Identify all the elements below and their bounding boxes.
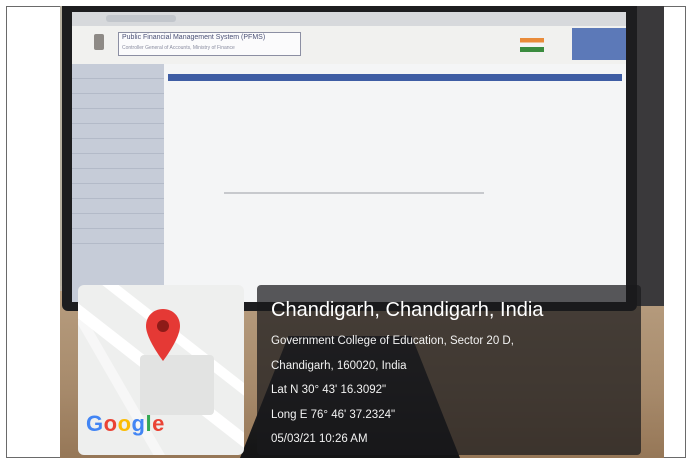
site-title: Public Financial Management System (PFMS… [118,32,301,56]
geotag-place: Chandigarh, Chandigarh, India [271,299,544,321]
content-title-bar [168,74,622,81]
sidebar-item [72,79,164,94]
sidebar-item [72,154,164,169]
geotag-longitude: Long E 76° 46' 37.2324" [271,409,396,421]
sidebar-item [72,214,164,229]
browser-bar [72,12,626,26]
map-block [140,355,214,415]
sidebar-item [72,229,164,244]
emblem-icon [94,34,104,50]
flag-icon [520,38,544,52]
address-bar [106,15,176,22]
site-subtitle-text: Controller General of Accounts, Ministry… [122,45,235,51]
sidebar-item [72,199,164,214]
site-header-info [390,36,485,46]
sidebar-item [72,64,164,79]
content-footer-line [224,192,484,194]
site-header: Public Financial Management System (PFMS… [72,26,626,65]
site-title-text: Public Financial Management System (PFMS… [122,34,266,41]
geotag-latitude: Lat N 30° 43' 16.3092" [271,384,387,396]
map-thumbnail: Google [78,285,244,455]
header-user-panel [572,28,626,60]
sidebar-item [72,169,164,184]
photo: Public Financial Management System (PFMS… [60,6,664,458]
geotag-address-line1: Government College of Education, Sector … [271,335,514,347]
sidebar-item [72,124,164,139]
geotag-address-line2: Chandigarh, 160020, India [271,360,407,372]
site-content [164,64,626,302]
sidebar-item [72,139,164,154]
site-sidebar [72,64,164,302]
sidebar-item [72,184,164,199]
monitor-bezel [637,6,664,306]
geotag-overlay: Chandigarh, Chandigarh, India Government… [257,285,641,455]
sidebar-item [72,94,164,109]
location-pin-icon [146,309,180,361]
geotag-datetime: 05/03/21 10:26 AM [271,433,368,445]
monitor-screen: Public Financial Management System (PFMS… [72,12,626,302]
google-logo: Google [86,411,165,436]
sidebar-item [72,109,164,124]
monitor: Public Financial Management System (PFMS… [62,6,637,311]
